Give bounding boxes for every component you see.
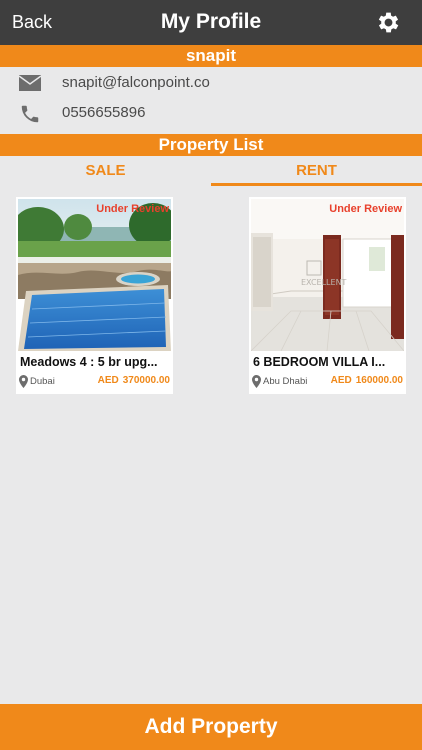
price-value: 370000.00: [122, 375, 170, 386]
property-price: AED 370000.00: [98, 375, 170, 386]
active-tab-indicator: [211, 183, 422, 186]
listing-tabs: SALE RENT: [0, 156, 422, 186]
empty-room-photo: EXCELLENT: [251, 199, 404, 351]
status-badge: Under Review: [329, 203, 402, 215]
location-pin-icon: [252, 375, 261, 388]
navigation-bar: Back My Profile: [0, 0, 422, 45]
location-pin-icon: [19, 375, 28, 388]
property-title: Meadows 4 : 5 br upg...: [20, 355, 158, 369]
price-currency: AED: [97, 375, 119, 386]
email-row: snapit@falconpoint.co: [0, 67, 422, 99]
property-location: Dubai: [30, 376, 55, 387]
villa-pool-photo: [18, 199, 171, 351]
username-bar: snapit: [0, 45, 422, 67]
property-title: 6 BEDROOM VILLA I...: [253, 355, 386, 369]
status-badge: Under Review: [96, 203, 169, 215]
property-card[interactable]: Under Review Meadows 4 : 5 br upg... Dub…: [16, 197, 173, 394]
tab-sale[interactable]: SALE: [0, 156, 211, 186]
phone-row: 0556655896: [0, 97, 422, 129]
price-value: 160000.00: [355, 375, 403, 386]
price-currency: AED: [330, 375, 352, 386]
page-title: My Profile: [160, 10, 262, 33]
property-card[interactable]: EXCELLENT Under Review 6 BEDROOM VILLA I…: [249, 197, 406, 394]
add-property-button[interactable]: Add Property: [0, 704, 422, 750]
email-text: snapit@falconpoint.co: [62, 74, 210, 91]
envelope-icon: [18, 73, 42, 93]
tab-rent[interactable]: RENT: [211, 156, 422, 186]
property-price: AED 160000.00: [331, 375, 403, 386]
phone-icon: [18, 103, 42, 123]
svg-text:EXCELLENT: EXCELLENT: [301, 278, 347, 287]
property-location: Abu Dhabi: [263, 376, 308, 387]
phone-text: 0556655896: [62, 104, 146, 121]
property-list-heading: Property List: [0, 134, 422, 156]
gear-icon[interactable]: [375, 9, 402, 36]
